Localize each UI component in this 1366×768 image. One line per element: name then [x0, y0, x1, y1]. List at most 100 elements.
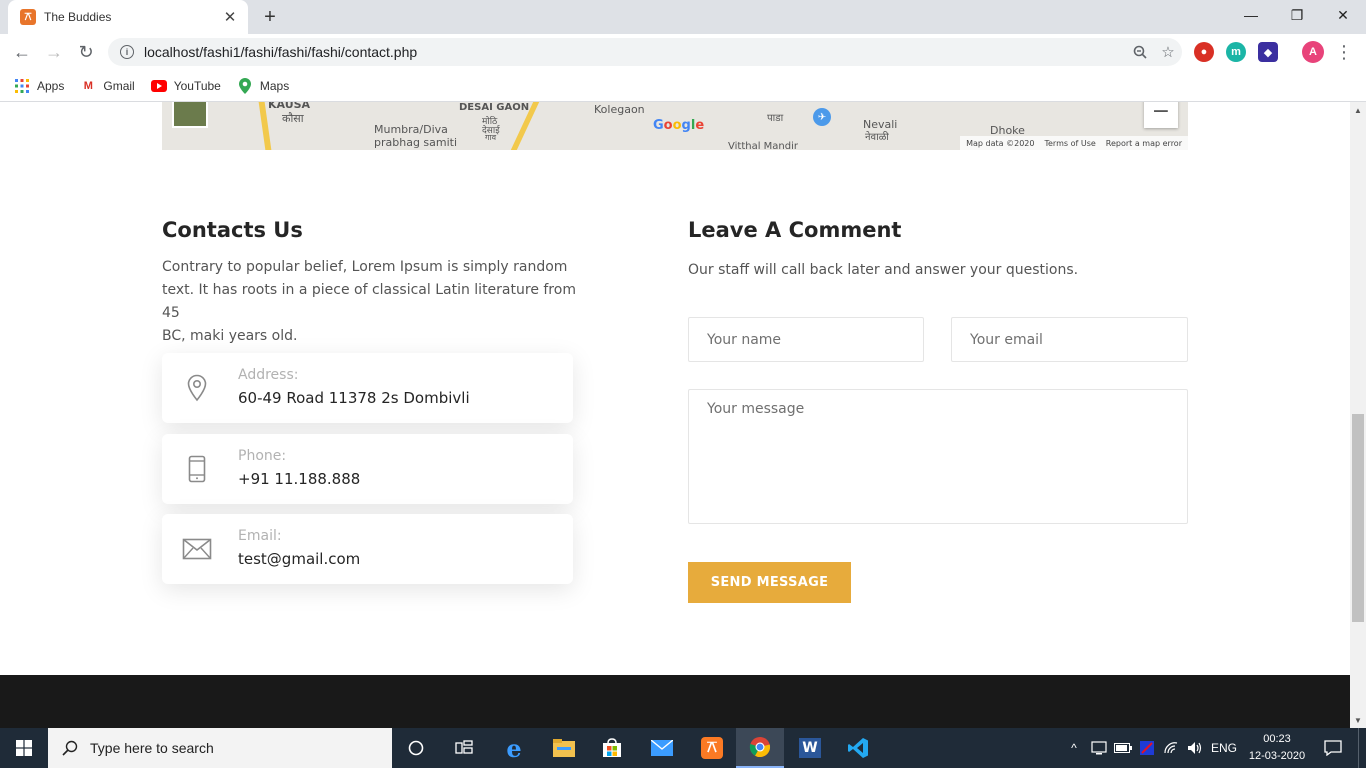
cortana-icon[interactable]	[392, 728, 440, 768]
bookmark-label: Apps	[37, 78, 65, 93]
clock-date: 12-03-2020	[1248, 750, 1306, 762]
vscode-icon[interactable]	[834, 728, 882, 768]
battery-icon[interactable]	[1112, 728, 1134, 768]
profile-avatar[interactable]: A	[1302, 41, 1324, 63]
bookmark-apps[interactable]: Apps	[14, 78, 64, 94]
map-report-link[interactable]: Report a map error	[1106, 139, 1182, 148]
search-icon	[62, 740, 78, 756]
reload-button[interactable]: ↻	[72, 38, 100, 66]
send-message-button[interactable]: SEND MESSAGE	[688, 562, 851, 603]
taskbar-clock[interactable]: 00:23 12-03-2020	[1244, 731, 1310, 765]
forward-button[interactable]: →	[40, 38, 68, 66]
store-icon[interactable]	[588, 728, 636, 768]
address-card: Address: 60-49 Road 11378 2s Dombivli	[162, 353, 573, 423]
email-card: Email: test@gmail.com	[162, 514, 573, 584]
clock-time: 00:23	[1263, 733, 1291, 745]
maps-icon	[237, 77, 253, 94]
map-label: Kolegaon	[594, 103, 645, 116]
email-label: Email:	[238, 528, 282, 544]
task-view-icon[interactable]	[440, 728, 488, 768]
scrollbar-thumb[interactable]	[1352, 414, 1364, 622]
description-line: text. It has roots in a piece of classic…	[162, 282, 576, 321]
bookmark-gmail[interactable]: M Gmail	[80, 78, 135, 94]
language-indicator[interactable]: ENG	[1208, 728, 1240, 768]
site-info-icon[interactable]: i	[120, 45, 134, 59]
bookmarks-bar: Apps M Gmail YouTube Maps	[0, 70, 1366, 102]
close-window-button[interactable]: ✕	[1320, 0, 1366, 30]
start-button[interactable]	[0, 728, 48, 768]
bookmark-maps[interactable]: Maps	[237, 77, 289, 94]
url-text[interactable]: localhost/fashi1/fashi/fashi/fashi/conta…	[144, 44, 1126, 60]
email-value: test@gmail.com	[238, 550, 361, 568]
map-label: prabhag samiti	[374, 136, 458, 149]
map-terms-link[interactable]: Terms of Use	[1044, 139, 1095, 148]
xampp-icon[interactable]: ⚻	[688, 728, 736, 768]
map-label: गाव	[485, 133, 497, 142]
action-center-icon[interactable]	[1316, 728, 1350, 768]
back-button[interactable]: ←	[8, 38, 36, 66]
page-footer	[0, 675, 1350, 728]
file-explorer-icon[interactable]	[540, 728, 588, 768]
map-footer: Map data ©2020 Terms of Use Report a map…	[960, 136, 1188, 150]
adblock-extension-icon[interactable]: ●	[1194, 42, 1214, 62]
mail-icon[interactable]	[638, 728, 686, 768]
address-bar[interactable]: i localhost/fashi1/fashi/fashi/fashi/con…	[108, 38, 1182, 66]
location-pin-icon	[182, 373, 212, 403]
mobile-phone-icon	[182, 454, 212, 484]
phone-card: Phone: +91 11.188.888	[162, 434, 573, 504]
volume-icon[interactable]	[1184, 728, 1206, 768]
tab-close-icon[interactable]: ✕	[220, 7, 240, 27]
windows-logo-icon	[16, 740, 32, 756]
phone-value: +91 11.188.888	[238, 470, 361, 488]
show-hidden-icons-chevron-up-icon[interactable]: ^	[1064, 728, 1084, 768]
email-input[interactable]: Your email	[951, 317, 1188, 362]
contact-title: Contacts Us	[162, 218, 303, 242]
map-data-text: Map data ©2020	[966, 138, 1035, 148]
phone-label: Phone:	[238, 448, 287, 464]
address-label: Address:	[238, 367, 299, 383]
edge-icon[interactable]: e	[490, 728, 538, 768]
zoom-icon[interactable]	[1126, 38, 1154, 66]
apps-grid-icon	[14, 78, 30, 94]
scroll-down-arrow-icon[interactable]: ▼	[1350, 712, 1366, 728]
minimize-button[interactable]: —	[1228, 0, 1274, 30]
comment-title: Leave A Comment	[688, 218, 902, 242]
scroll-up-arrow-icon[interactable]: ▲	[1350, 102, 1366, 118]
bookmark-youtube[interactable]: YouTube	[150, 78, 221, 94]
new-tab-button[interactable]: +	[258, 5, 282, 29]
wifi-icon[interactable]	[1160, 728, 1182, 768]
description-line: Contrary to popular belief, Lorem Ipsum …	[162, 259, 568, 275]
bookmark-label: YouTube	[173, 78, 221, 93]
menu-kebab-icon[interactable]: ⋮	[1330, 38, 1358, 66]
google-map[interactable]: KAUSA कौसा DESAI GAON मोठि देसाई गाव Mum…	[162, 102, 1188, 150]
chrome-icon[interactable]	[736, 728, 784, 768]
extension-purple-icon[interactable]: ◆	[1258, 42, 1278, 62]
tray-security-icon[interactable]	[1136, 728, 1158, 768]
browser-tab[interactable]: ⚻ The Buddies ✕	[8, 0, 248, 34]
windows-taskbar: Type here to search e ⚻ W ^ ENG 00:23 12…	[0, 728, 1366, 768]
envelope-icon	[182, 534, 212, 564]
tray-app-icon[interactable]	[1088, 728, 1110, 768]
extension-m-icon[interactable]: m	[1226, 42, 1246, 62]
map-label: कौसा	[282, 112, 304, 125]
show-desktop-button[interactable]	[1358, 728, 1366, 768]
xampp-favicon-icon: ⚻	[20, 9, 36, 25]
tab-title: The Buddies	[44, 10, 112, 24]
contact-description: Contrary to popular belief, Lorem Ipsum …	[162, 256, 582, 348]
google-logo: Google	[653, 118, 705, 133]
message-textarea[interactable]: Your message	[688, 389, 1188, 524]
bookmark-star-icon[interactable]: ☆	[1154, 38, 1182, 66]
name-input[interactable]: Your name	[688, 317, 924, 362]
word-icon[interactable]: W	[786, 728, 834, 768]
map-zoom-out-button[interactable]: −	[1144, 102, 1178, 128]
browser-toolbar: ← → ↻ i localhost/fashi1/fashi/fashi/fas…	[0, 34, 1366, 70]
map-label: Mumbra/Diva	[374, 123, 448, 136]
satellite-toggle[interactable]	[172, 102, 208, 128]
description-line: BC, maki years old.	[162, 328, 298, 344]
taskbar-search[interactable]: Type here to search	[48, 728, 392, 768]
map-label: DESAI GAON	[459, 102, 530, 113]
page-scrollbar[interactable]: ▲ ▼	[1350, 102, 1366, 728]
map-label: पाडा	[767, 113, 784, 124]
youtube-icon	[150, 78, 167, 94]
restore-button[interactable]: ❐	[1274, 0, 1320, 30]
